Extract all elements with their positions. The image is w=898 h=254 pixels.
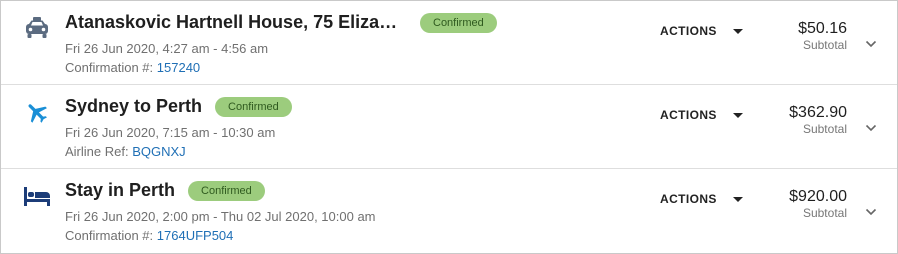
booking-reference: Confirmation #: 1764UFP504 bbox=[65, 228, 233, 243]
status-badge: Confirmed bbox=[420, 12, 497, 33]
booking-title: Sydney to Perth bbox=[65, 96, 203, 116]
booking-datetime: Fri 26 Jun 2020, 4:27 am - 4:56 am bbox=[65, 41, 269, 56]
booking-title: Stay in Perth bbox=[65, 180, 176, 200]
price-label: Subtotal bbox=[802, 122, 847, 136]
price-block: $920.00 Subtotal bbox=[789, 187, 847, 221]
actions-dropdown[interactable]: ACTIONS bbox=[660, 192, 743, 206]
actions-dropdown[interactable]: ACTIONS bbox=[660, 24, 743, 38]
price-block: $362.90 Subtotal bbox=[789, 103, 847, 137]
reference-label: Airline Ref: bbox=[65, 144, 129, 159]
price-label: Subtotal bbox=[802, 38, 847, 52]
booking-datetime: Fri 26 Jun 2020, 7:15 am - 10:30 am bbox=[65, 125, 276, 140]
booking-row-taxi[interactable]: Atanaskovic Hartnell House, 75 Elizabeth… bbox=[1, 1, 897, 85]
booking-price: $362.90 bbox=[789, 104, 847, 121]
taxi-icon bbox=[23, 15, 51, 41]
reference-link[interactable]: 1764UFP504 bbox=[157, 228, 234, 243]
booking-row-hotel[interactable]: Stay in Perth Confirmed Fri 26 Jun 2020,… bbox=[1, 169, 897, 253]
airplane-icon bbox=[23, 99, 51, 125]
booking-title-line: Sydney to Perth Confirmed bbox=[65, 96, 292, 117]
status-badge: Confirmed bbox=[215, 96, 292, 117]
actions-label: ACTIONS bbox=[660, 108, 717, 122]
caret-down-icon bbox=[732, 112, 743, 118]
actions-dropdown[interactable]: ACTIONS bbox=[660, 108, 743, 122]
booking-reference: Airline Ref: BQGNXJ bbox=[65, 144, 186, 159]
price-block: $50.16 Subtotal bbox=[798, 19, 847, 53]
reference-label: Confirmation #: bbox=[65, 228, 154, 243]
booking-title-line: Stay in Perth Confirmed bbox=[65, 180, 265, 201]
booking-price: $50.16 bbox=[798, 20, 847, 37]
chevron-down-icon[interactable] bbox=[864, 207, 878, 217]
bed-icon bbox=[23, 183, 51, 209]
reference-link[interactable]: 157240 bbox=[157, 60, 200, 75]
booking-title: Atanaskovic Hartnell House, 75 Elizabeth… bbox=[65, 12, 407, 32]
actions-label: ACTIONS bbox=[660, 24, 717, 38]
caret-down-icon bbox=[732, 28, 743, 34]
booking-row-flight[interactable]: Sydney to Perth Confirmed Fri 26 Jun 202… bbox=[1, 85, 897, 169]
price-label: Subtotal bbox=[802, 206, 847, 220]
booking-datetime: Fri 26 Jun 2020, 2:00 pm - Thu 02 Jul 20… bbox=[65, 209, 376, 224]
booking-reference: Confirmation #: 157240 bbox=[65, 60, 200, 75]
reference-link[interactable]: BQGNXJ bbox=[132, 144, 185, 159]
caret-down-icon bbox=[732, 196, 743, 202]
booking-title-line: Atanaskovic Hartnell House, 75 Elizabeth… bbox=[65, 12, 497, 33]
status-badge: Confirmed bbox=[188, 180, 265, 201]
chevron-down-icon[interactable] bbox=[864, 39, 878, 49]
booking-price: $920.00 bbox=[789, 188, 847, 205]
actions-label: ACTIONS bbox=[660, 192, 717, 206]
bookings-list: Atanaskovic Hartnell House, 75 Elizabeth… bbox=[0, 0, 898, 254]
chevron-down-icon[interactable] bbox=[864, 123, 878, 133]
reference-label: Confirmation #: bbox=[65, 60, 154, 75]
